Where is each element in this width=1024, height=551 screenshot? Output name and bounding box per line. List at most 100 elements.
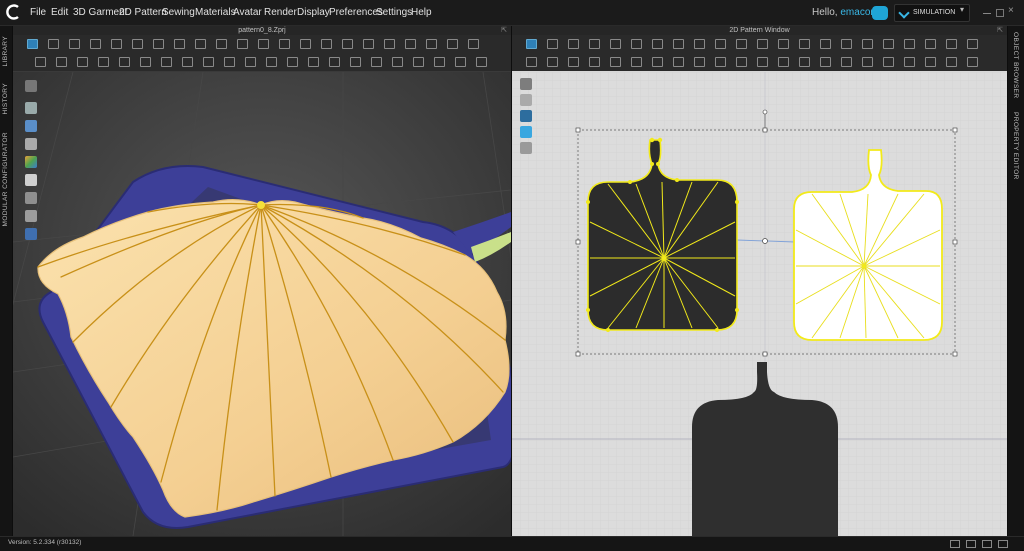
tb3d-1-tool-icon[interactable]	[69, 39, 80, 49]
tb3d-1-tool-icon[interactable]	[237, 39, 248, 49]
tb2d-1-tool-icon[interactable]	[883, 39, 894, 49]
avatar-figure-icon[interactable]	[25, 192, 37, 204]
tb2d-2-tool-icon[interactable]	[526, 57, 537, 67]
2d-viewport[interactable]	[512, 72, 1007, 536]
tb3d-2-tool-icon[interactable]	[350, 57, 361, 67]
simulation-dropdown-icon[interactable]: ▾	[960, 5, 964, 14]
menu-edit[interactable]: Edit	[51, 0, 68, 26]
tb2d-1-tool-icon[interactable]	[736, 39, 747, 49]
tb2d-2-tool-icon[interactable]	[673, 57, 684, 67]
show-garment-icon[interactable]	[25, 102, 37, 114]
tb2d-1-tool-icon[interactable]	[526, 39, 537, 49]
tb3d-1-tool-icon[interactable]	[111, 39, 122, 49]
menu-file[interactable]: File	[30, 0, 46, 26]
menu-help[interactable]: Help	[411, 0, 432, 26]
tb3d-1-tool-icon[interactable]	[342, 39, 353, 49]
tb3d-2-tool-icon[interactable]	[77, 57, 88, 67]
minimize-icon[interactable]	[983, 13, 991, 14]
tb3d-1-tool-icon[interactable]	[384, 39, 395, 49]
tb3d-1-tool-icon[interactable]	[468, 39, 479, 49]
layout-1-icon[interactable]	[950, 540, 960, 548]
show-avatar-icon[interactable]	[25, 138, 37, 150]
tb2d-1-tool-icon[interactable]	[652, 39, 663, 49]
tb3d-2-tool-icon[interactable]	[266, 57, 277, 67]
tb2d-1-tool-icon[interactable]	[778, 39, 789, 49]
layout-3-icon[interactable]	[982, 540, 992, 548]
tb3d-1-tool-icon[interactable]	[447, 39, 458, 49]
layout-2-icon[interactable]	[966, 540, 976, 548]
tab-property-editor[interactable]: PROPERTY EDITOR	[1012, 112, 1019, 180]
maximize-icon[interactable]	[996, 9, 1004, 17]
show-texture-icon[interactable]	[25, 120, 37, 132]
avatar-display-icon[interactable]	[25, 80, 37, 92]
menu-render[interactable]: Render	[264, 0, 297, 26]
tb3d-1-tool-icon[interactable]	[363, 39, 374, 49]
close-icon[interactable]: ×	[1008, 5, 1014, 16]
tb3d-1-tool-icon[interactable]	[405, 39, 416, 49]
tb3d-2-tool-icon[interactable]	[371, 57, 382, 67]
tab-object-browser[interactable]: OBJECT BROWSER	[1012, 32, 1019, 99]
tb3d-1-tool-icon[interactable]	[132, 39, 143, 49]
tb3d-1-tool-icon[interactable]	[195, 39, 206, 49]
tb3d-1-tool-icon[interactable]	[174, 39, 185, 49]
tb3d-1-tool-icon[interactable]	[153, 39, 164, 49]
undock-2d-icon[interactable]: ⇱	[997, 26, 1003, 34]
tb2d-2-tool-icon[interactable]	[799, 57, 810, 67]
menu-sewing[interactable]: Sewing	[162, 0, 195, 26]
tb2d-2-tool-icon[interactable]	[841, 57, 852, 67]
tb3d-1-tool-icon[interactable]	[258, 39, 269, 49]
tb2d-2-tool-icon[interactable]	[715, 57, 726, 67]
tb2d-2-tool-icon[interactable]	[652, 57, 663, 67]
tb2d-2-tool-icon[interactable]	[778, 57, 789, 67]
tb2d-1-tool-icon[interactable]	[862, 39, 873, 49]
tb3d-1-tool-icon[interactable]	[279, 39, 290, 49]
tb3d-2-tool-icon[interactable]	[119, 57, 130, 67]
3d-viewport[interactable]	[13, 72, 511, 536]
tb2d-2-tool-icon[interactable]	[610, 57, 621, 67]
simulation-button[interactable]: SIMULATION	[894, 4, 970, 22]
tb3d-1-tool-icon[interactable]	[300, 39, 311, 49]
menu-display[interactable]: Display	[297, 0, 330, 26]
tb2d-2-tool-icon[interactable]	[820, 57, 831, 67]
tb2d-1-tool-icon[interactable]	[631, 39, 642, 49]
tb2d-1-tool-icon[interactable]	[799, 39, 810, 49]
globe-2d-icon[interactable]	[520, 110, 532, 122]
tb3d-1-tool-icon[interactable]	[27, 39, 38, 49]
tb3d-1-tool-icon[interactable]	[48, 39, 59, 49]
tb3d-2-tool-icon[interactable]	[476, 57, 487, 67]
tb3d-1-tool-icon[interactable]	[90, 39, 101, 49]
tb2d-2-tool-icon[interactable]	[946, 57, 957, 67]
tb3d-2-tool-icon[interactable]	[287, 57, 298, 67]
tb2d-1-tool-icon[interactable]	[820, 39, 831, 49]
tb2d-2-tool-icon[interactable]	[736, 57, 747, 67]
tb2d-1-tool-icon[interactable]	[610, 39, 621, 49]
tb2d-1-tool-icon[interactable]	[904, 39, 915, 49]
globe-icon[interactable]	[25, 228, 37, 240]
tb2d-1-tool-icon[interactable]	[757, 39, 768, 49]
tb3d-1-tool-icon[interactable]	[426, 39, 437, 49]
color-display-icon[interactable]	[25, 156, 37, 168]
tb3d-2-tool-icon[interactable]	[224, 57, 235, 67]
tb3d-2-tool-icon[interactable]	[455, 57, 466, 67]
tb3d-2-tool-icon[interactable]	[140, 57, 151, 67]
tb2d-1-tool-icon[interactable]	[589, 39, 600, 49]
layer-2d-icon[interactable]	[520, 142, 532, 154]
menu-2d-pattern[interactable]: 2D Pattern	[119, 0, 167, 26]
tb2d-1-tool-icon[interactable]	[568, 39, 579, 49]
layout-4-icon[interactable]	[998, 540, 1008, 548]
tb2d-2-tool-icon[interactable]	[925, 57, 936, 67]
tb2d-1-tool-icon[interactable]	[925, 39, 936, 49]
tb3d-1-tool-icon[interactable]	[321, 39, 332, 49]
menu-materials[interactable]: Materials	[195, 0, 236, 26]
tb3d-2-tool-icon[interactable]	[98, 57, 109, 67]
tb2d-1-tool-icon[interactable]	[715, 39, 726, 49]
tb2d-2-tool-icon[interactable]	[568, 57, 579, 67]
tb2d-1-tool-icon[interactable]	[547, 39, 558, 49]
fabric-display-icon[interactable]	[25, 174, 37, 186]
pattern-display-icon[interactable]	[520, 78, 532, 90]
fabric-2d-icon[interactable]	[520, 126, 532, 138]
tb2d-1-tool-icon[interactable]	[694, 39, 705, 49]
tb3d-2-tool-icon[interactable]	[245, 57, 256, 67]
tb2d-2-tool-icon[interactable]	[589, 57, 600, 67]
tb3d-2-tool-icon[interactable]	[203, 57, 214, 67]
